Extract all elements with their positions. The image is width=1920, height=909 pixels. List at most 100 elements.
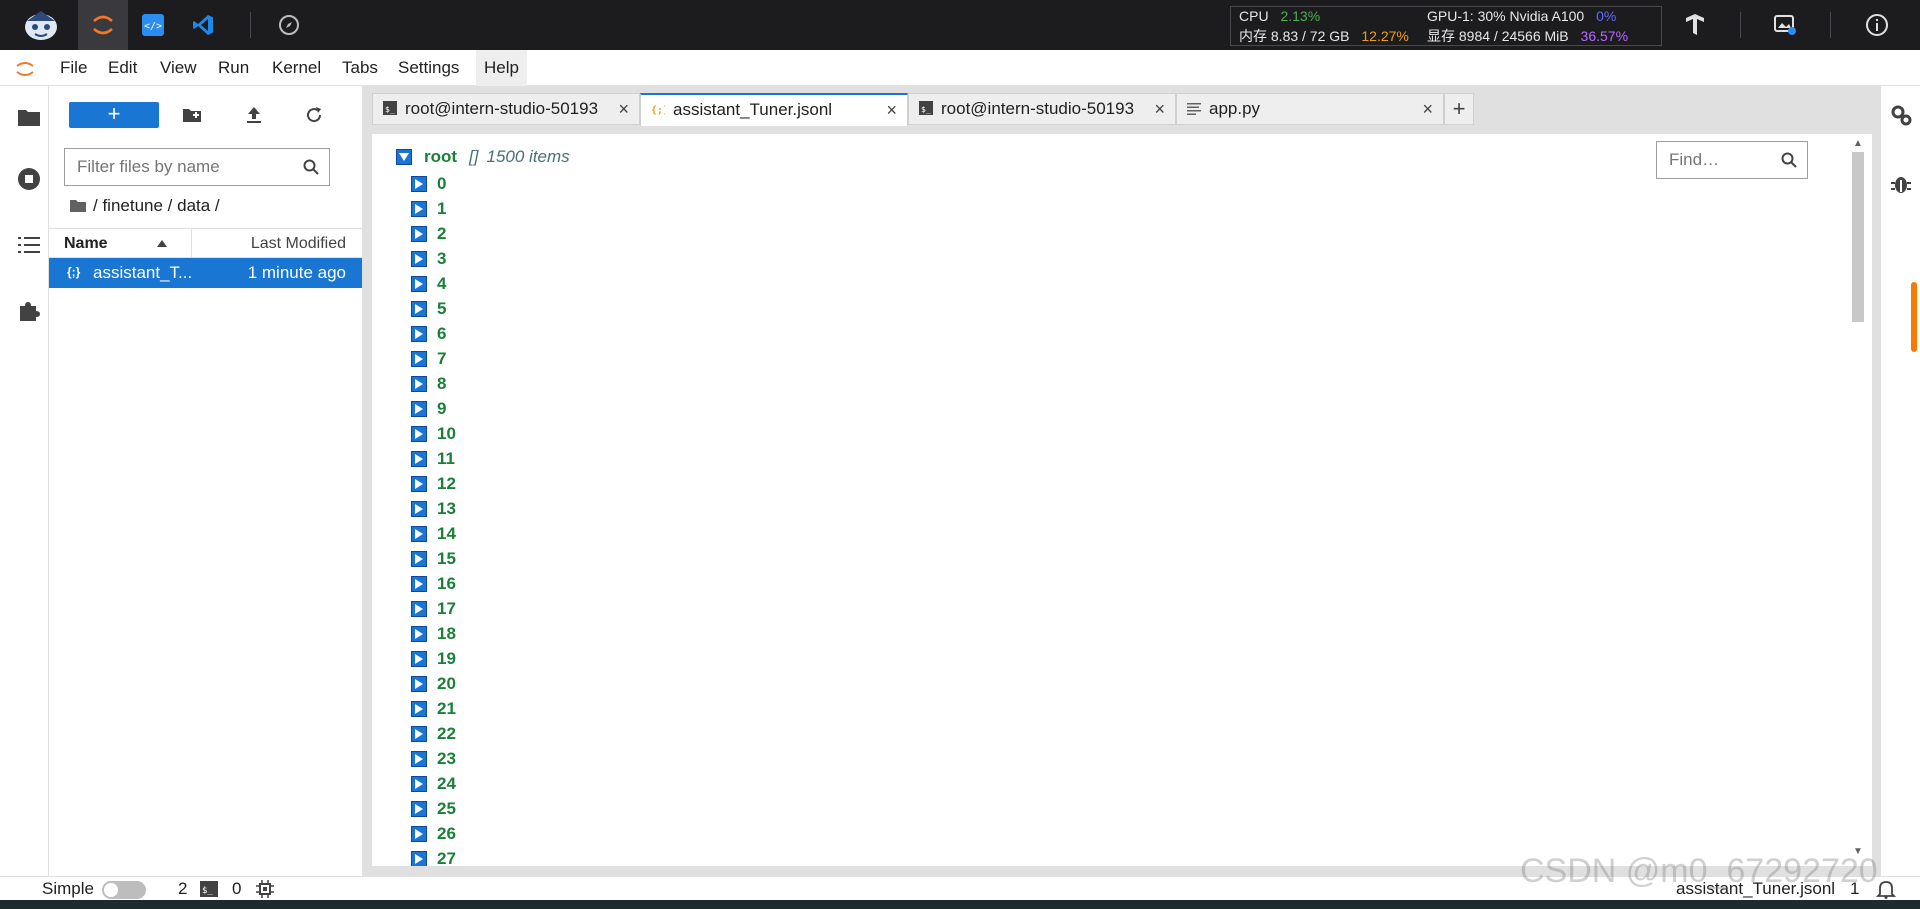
expand-caret-icon[interactable] bbox=[411, 625, 427, 642]
expand-caret-icon[interactable] bbox=[411, 250, 427, 267]
expand-caret-icon[interactable] bbox=[411, 800, 427, 817]
expand-caret-icon[interactable] bbox=[411, 400, 427, 417]
tree-node[interactable]: 13 bbox=[411, 496, 456, 521]
tree-node[interactable]: 11 bbox=[411, 446, 456, 471]
expand-caret-icon[interactable] bbox=[411, 775, 427, 792]
expand-caret-icon[interactable] bbox=[411, 225, 427, 242]
expand-caret-icon[interactable] bbox=[411, 375, 427, 392]
tree-node[interactable]: 1 bbox=[411, 196, 456, 221]
breadcrumb-path[interactable]: / finetune / data / bbox=[93, 196, 220, 216]
tree-node[interactable]: 6 bbox=[411, 321, 456, 346]
tree-node[interactable]: 4 bbox=[411, 271, 456, 296]
expand-caret-icon[interactable] bbox=[411, 525, 427, 542]
tab-assistant-tuner-jsonl[interactable]: {;} assistant_Tuner.jsonl × bbox=[640, 93, 908, 126]
refresh-icon[interactable] bbox=[301, 102, 327, 128]
expand-caret-icon[interactable] bbox=[411, 550, 427, 567]
tensorflow-icon[interactable] bbox=[1670, 0, 1720, 50]
expand-caret-icon[interactable] bbox=[411, 750, 427, 767]
menu-tabs[interactable]: Tabs bbox=[334, 50, 386, 86]
add-tab-button[interactable]: + bbox=[1444, 93, 1474, 125]
debugger-bug-icon[interactable] bbox=[1891, 172, 1911, 199]
tree-node[interactable]: 26 bbox=[411, 821, 456, 846]
jupyter-app-button[interactable] bbox=[78, 0, 128, 50]
expand-caret-icon[interactable] bbox=[411, 450, 427, 467]
info-icon[interactable] bbox=[1852, 0, 1902, 50]
close-icon[interactable]: × bbox=[1422, 94, 1433, 124]
expand-caret-icon[interactable] bbox=[411, 275, 427, 292]
tree-node[interactable]: 5 bbox=[411, 296, 456, 321]
new-launcher-button[interactable]: + bbox=[69, 102, 159, 128]
menu-settings[interactable]: Settings bbox=[390, 50, 467, 86]
expand-caret-icon[interactable] bbox=[411, 325, 427, 342]
tree-node[interactable]: 21 bbox=[411, 696, 456, 721]
vertical-scrollbar[interactable]: ▲ ▼ bbox=[1850, 138, 1866, 860]
menu-view[interactable]: View bbox=[152, 50, 205, 86]
expand-caret-icon[interactable] bbox=[411, 700, 427, 717]
code-server-app-button[interactable]: </> bbox=[128, 0, 178, 50]
tree-node[interactable]: 15 bbox=[411, 546, 456, 571]
compass-icon[interactable] bbox=[264, 0, 314, 50]
tree-node[interactable]: 14 bbox=[411, 521, 456, 546]
tab-app-py[interactable]: app.py × bbox=[1176, 93, 1444, 125]
filter-files-input[interactable] bbox=[77, 157, 287, 177]
tree-node[interactable]: 16 bbox=[411, 571, 456, 596]
tree-node[interactable]: 0 bbox=[411, 171, 456, 196]
terminals-count[interactable]: 2 bbox=[178, 879, 187, 899]
tree-node[interactable]: 9 bbox=[411, 396, 456, 421]
menu-help[interactable]: Help bbox=[476, 50, 527, 86]
tree-node[interactable]: 18 bbox=[411, 621, 456, 646]
expand-caret-icon[interactable] bbox=[411, 675, 427, 692]
file-list-item[interactable]: {;} assistant_T... 1 minute ago bbox=[49, 258, 362, 288]
tree-node[interactable]: 24 bbox=[411, 771, 456, 796]
image-settings-icon[interactable] bbox=[1760, 0, 1810, 50]
tree-node[interactable]: 7 bbox=[411, 346, 456, 371]
tree-node[interactable]: 27 bbox=[411, 846, 456, 866]
expand-caret-icon[interactable] bbox=[411, 725, 427, 742]
expand-caret-icon[interactable] bbox=[411, 300, 427, 317]
expand-caret-icon[interactable] bbox=[411, 575, 427, 592]
expand-caret-icon[interactable] bbox=[411, 850, 427, 866]
expand-caret-icon[interactable] bbox=[411, 825, 427, 842]
tree-node[interactable]: 25 bbox=[411, 796, 456, 821]
expand-caret-icon[interactable] bbox=[411, 425, 427, 442]
tree-node[interactable]: 8 bbox=[411, 371, 456, 396]
tree-node[interactable]: 22 bbox=[411, 721, 456, 746]
new-folder-icon[interactable] bbox=[179, 102, 205, 128]
tab-terminal-1[interactable]: $_ root@intern-studio-50193 × bbox=[372, 93, 640, 125]
expand-caret-icon[interactable] bbox=[411, 475, 427, 492]
vscode-app-button[interactable] bbox=[178, 0, 228, 50]
scrollbar-thumb[interactable] bbox=[1852, 152, 1864, 322]
scroll-up-arrow-icon[interactable]: ▲ bbox=[1853, 138, 1863, 149]
folder-icon[interactable] bbox=[16, 104, 42, 130]
tree-node[interactable]: 12 bbox=[411, 471, 456, 496]
column-divider[interactable] bbox=[191, 229, 192, 259]
folder-icon[interactable] bbox=[69, 199, 87, 213]
close-icon[interactable]: × bbox=[1154, 94, 1165, 124]
tree-node[interactable]: 19 bbox=[411, 646, 456, 671]
mascot-logo[interactable] bbox=[16, 0, 66, 50]
expand-caret-icon[interactable] bbox=[411, 650, 427, 667]
find-input[interactable] bbox=[1669, 150, 1779, 170]
table-of-contents-icon[interactable] bbox=[16, 232, 42, 258]
tree-node[interactable]: 20 bbox=[411, 671, 456, 696]
tree-node[interactable]: 10 bbox=[411, 421, 456, 446]
close-icon[interactable]: × bbox=[886, 95, 897, 125]
simple-mode-toggle[interactable] bbox=[102, 881, 146, 899]
collapse-caret-icon[interactable] bbox=[396, 149, 412, 165]
expand-caret-icon[interactable] bbox=[411, 600, 427, 617]
kernels-count[interactable]: 0 bbox=[232, 879, 241, 899]
expand-caret-icon[interactable] bbox=[411, 350, 427, 367]
tree-node[interactable]: 2 bbox=[411, 221, 456, 246]
close-icon[interactable]: × bbox=[618, 94, 629, 124]
tab-terminal-2[interactable]: $_ root@intern-studio-50193 × bbox=[908, 93, 1176, 125]
tree-node[interactable]: 3 bbox=[411, 246, 456, 271]
expand-caret-icon[interactable] bbox=[411, 500, 427, 517]
upload-icon[interactable] bbox=[241, 102, 267, 128]
menu-file[interactable]: File bbox=[52, 50, 95, 86]
menu-kernel[interactable]: Kernel bbox=[264, 50, 329, 86]
column-header-name[interactable]: Name bbox=[64, 235, 108, 253]
property-inspector-gears-icon[interactable] bbox=[1890, 104, 1912, 131]
tree-root-node[interactable]: root [] 1500 items bbox=[396, 146, 570, 168]
running-sessions-icon[interactable] bbox=[16, 166, 42, 192]
tree-node[interactable]: 17 bbox=[411, 596, 456, 621]
